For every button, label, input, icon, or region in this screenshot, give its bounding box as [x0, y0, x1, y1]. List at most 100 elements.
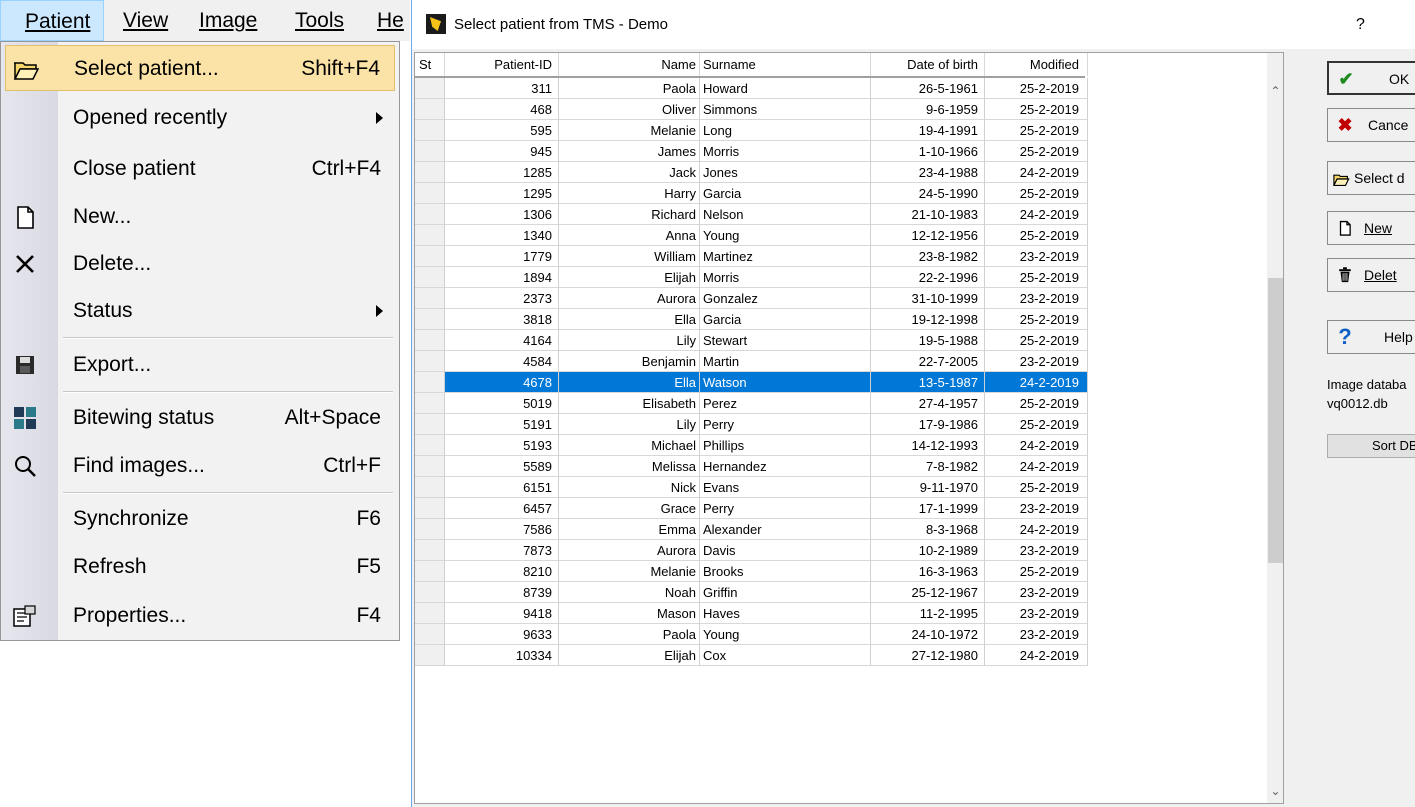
patient-id-cell: 4678 — [445, 372, 559, 393]
status-cell — [415, 288, 445, 309]
patient-id-cell: 6457 — [445, 498, 559, 519]
menu-item-properties[interactable]: Properties... F4 — [5, 593, 395, 639]
magnifier-icon — [15, 456, 36, 477]
table-row[interactable]: 311 Paola Howard 26-5-1961 25-2-2019 — [415, 78, 1088, 99]
table-row-selected[interactable]: 4678 Ella Watson 13-5-1987 24-2-2019 — [415, 372, 1088, 393]
column-header-name[interactable]: Name — [559, 53, 700, 76]
table-row[interactable]: 5193 Michael Phillips 14-12-1993 24-2-2019 — [415, 435, 1088, 456]
patient-id-cell: 8210 — [445, 561, 559, 582]
table-row[interactable]: 6457 Grace Perry 17-1-1999 23-2-2019 — [415, 498, 1088, 519]
menu-help[interactable]: He — [377, 0, 404, 41]
name-cell: James — [559, 141, 700, 162]
scrollbar-thumb[interactable] — [1268, 278, 1283, 563]
status-cell — [415, 225, 445, 246]
menu-tools[interactable]: Tools — [295, 0, 344, 41]
table-row[interactable]: 1306 Richard Nelson 21-10-1983 24-2-2019 — [415, 204, 1088, 225]
status-cell — [415, 477, 445, 498]
scroll-up-icon[interactable]: ⌃ — [1267, 83, 1283, 100]
date-of-birth-cell: 25-12-1967 — [871, 582, 985, 603]
menu-patient[interactable]: Patient — [0, 0, 104, 41]
cancel-button[interactable]: ✖ Cance — [1327, 108, 1415, 142]
table-row[interactable]: 3818 Ella Garcia 19-12-1998 25-2-2019 — [415, 309, 1088, 330]
table-row[interactable]: 5191 Lily Perry 17-9-1986 25-2-2019 — [415, 414, 1088, 435]
table-row[interactable]: 7586 Emma Alexander 8-3-1968 24-2-2019 — [415, 519, 1088, 540]
surname-cell: Stewart — [700, 330, 871, 351]
menu-image[interactable]: Image — [199, 0, 257, 41]
column-header-st[interactable]: St — [415, 53, 445, 76]
modified-cell: 25-2-2019 — [985, 225, 1088, 246]
menu-item-export[interactable]: Export... — [5, 342, 395, 388]
menu-item-refresh[interactable]: Refresh F5 — [5, 544, 395, 590]
table-row[interactable]: 1779 William Martinez 23-8-1982 23-2-2019 — [415, 246, 1088, 267]
table-row[interactable]: 2373 Aurora Gonzalez 31-10-1999 23-2-2019 — [415, 288, 1088, 309]
select-patient-dialog: Select patient from TMS - Demo ? St Pati… — [411, 0, 1415, 807]
patient-id-cell: 9418 — [445, 603, 559, 624]
select-database-button[interactable]: Select d — [1327, 161, 1415, 195]
select-database-label: Select d — [1354, 170, 1405, 186]
status-cell — [415, 330, 445, 351]
table-row[interactable]: 9633 Paola Young 24-10-1972 23-2-2019 — [415, 624, 1088, 645]
table-row[interactable]: 8210 Melanie Brooks 16-3-1963 25-2-2019 — [415, 561, 1088, 582]
date-of-birth-cell: 11-2-1995 — [871, 603, 985, 624]
status-cell — [415, 414, 445, 435]
new-patient-button[interactable]: New — [1327, 211, 1415, 245]
patient-id-cell: 9633 — [445, 624, 559, 645]
open-folder-icon — [1332, 174, 1350, 187]
date-of-birth-cell: 24-10-1972 — [871, 624, 985, 645]
menu-item-synchronize[interactable]: Synchronize F6 — [5, 496, 395, 542]
patient-table[interactable]: St Patient-ID Name Surname Date of birth… — [414, 52, 1284, 804]
menu-item-bitewing-status[interactable]: Bitewing status Alt+Space — [5, 395, 395, 441]
table-row[interactable]: 1894 Elijah Morris 22-2-1996 25-2-2019 — [415, 267, 1088, 288]
column-header-patient-id[interactable]: Patient-ID — [445, 53, 559, 76]
menu-view[interactable]: View — [123, 0, 168, 41]
name-cell: Aurora — [559, 540, 700, 561]
surname-cell: Davis — [700, 540, 871, 561]
table-row[interactable]: 1295 Harry Garcia 24-5-1990 25-2-2019 — [415, 183, 1088, 204]
column-header-date-of-birth[interactable]: Date of birth — [871, 53, 985, 76]
menu-item-status[interactable]: Status — [5, 288, 395, 334]
menu-item-new[interactable]: New... — [5, 194, 395, 240]
status-cell — [415, 456, 445, 477]
table-row[interactable]: 7873 Aurora Davis 10-2-1989 23-2-2019 — [415, 540, 1088, 561]
name-cell: Benjamin — [559, 351, 700, 372]
help-button[interactable]: ? Help — [1327, 320, 1415, 354]
menu-item-label: Export... — [73, 353, 152, 376]
sort-db-button[interactable]: Sort DB — [1327, 434, 1415, 458]
submenu-arrow-icon — [376, 305, 383, 317]
delete-patient-button[interactable]: Delet — [1327, 258, 1415, 292]
status-cell — [415, 309, 445, 330]
table-row[interactable]: 4164 Lily Stewart 19-5-1988 25-2-2019 — [415, 330, 1088, 351]
table-row[interactable]: 6151 Nick Evans 9-11-1970 25-2-2019 — [415, 477, 1088, 498]
menu-tools-label: Tools — [295, 9, 345, 32]
column-header-surname[interactable]: Surname — [700, 53, 871, 76]
scroll-down-icon[interactable]: ⌄ — [1267, 783, 1283, 800]
new-document-icon — [1339, 220, 1351, 236]
vertical-scrollbar[interactable]: ⌃ ⌄ — [1267, 53, 1283, 803]
table-row[interactable]: 10334 Elijah Cox 27-12-1980 24-2-2019 — [415, 645, 1088, 666]
menu-item-close-patient[interactable]: Close patient Ctrl+F4 — [5, 146, 395, 192]
patient-id-cell: 5191 — [445, 414, 559, 435]
menu-item-delete[interactable]: Delete... — [5, 241, 395, 287]
table-row[interactable]: 1340 Anna Young 12-12-1956 25-2-2019 — [415, 225, 1088, 246]
table-row[interactable]: 945 James Morris 1-10-1966 25-2-2019 — [415, 141, 1088, 162]
menu-item-opened-recently[interactable]: Opened recently — [5, 95, 395, 141]
menu-item-select-patient[interactable]: Select patient... Shift+F4 — [5, 45, 395, 91]
menu-item-label: Close patient — [73, 157, 196, 180]
menu-item-find-images[interactable]: Find images... Ctrl+F — [5, 443, 395, 489]
surname-cell: Howard — [700, 78, 871, 99]
ok-button[interactable]: ✔ OK — [1327, 61, 1415, 95]
column-header-modified[interactable]: Modified — [985, 53, 1088, 76]
name-cell: Ella — [559, 372, 700, 393]
surname-cell: Brooks — [700, 561, 871, 582]
table-row[interactable]: 5589 Melissa Hernandez 7-8-1982 24-2-2019 — [415, 456, 1088, 477]
title-help-button[interactable]: ? — [1356, 0, 1365, 49]
table-row[interactable]: 4584 Benjamin Martin 22-7-2005 23-2-2019 — [415, 351, 1088, 372]
table-row[interactable]: 9418 Mason Haves 11-2-1995 23-2-2019 — [415, 603, 1088, 624]
table-row[interactable]: 468 Oliver Simmons 9-6-1959 25-2-2019 — [415, 99, 1088, 120]
table-row[interactable]: 8739 Noah Griffin 25-12-1967 23-2-2019 — [415, 582, 1088, 603]
table-row[interactable]: 5019 Elisabeth Perez 27-4-1957 25-2-2019 — [415, 393, 1088, 414]
patient-id-cell: 945 — [445, 141, 559, 162]
table-row[interactable]: 1285 Jack Jones 23-4-1988 24-2-2019 — [415, 162, 1088, 183]
surname-cell: Alexander — [700, 519, 871, 540]
table-row[interactable]: 595 Melanie Long 19-4-1991 25-2-2019 — [415, 120, 1088, 141]
